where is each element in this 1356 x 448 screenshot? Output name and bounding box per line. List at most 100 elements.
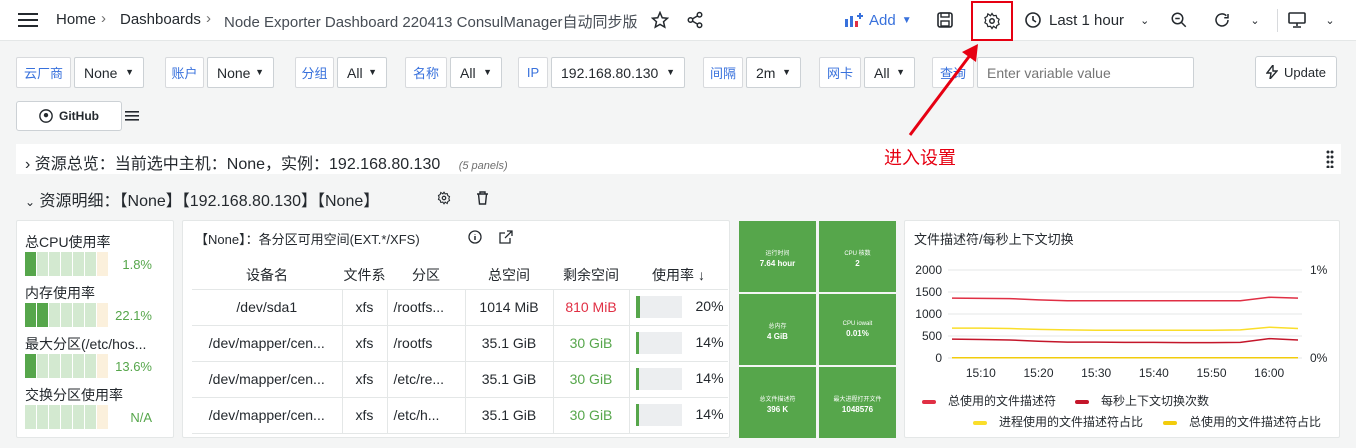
- stat-label: 最大分区(/etc/hos...: [25, 336, 147, 352]
- legend-item[interactable]: 总使用的文件描述符占比: [1163, 413, 1321, 430]
- disk-table-body: /dev/sda1 xfs/rootfs... 1014 MiB 810 MiB 20%…: [192, 289, 728, 434]
- chevron-down-icon: ▼: [368, 67, 377, 77]
- var-label-ip: IP: [518, 57, 548, 88]
- legend-item[interactable]: 每秒上下文切换次数: [1075, 392, 1209, 409]
- series-line: [951, 296, 1299, 302]
- table-cell-total: 1014 MiB: [465, 289, 554, 326]
- row-detail-header[interactable]: ⌄ 资源明细：【None】【192.168.80.130】【None】: [25, 187, 379, 211]
- var-select-account[interactable]: None ▼: [207, 57, 274, 88]
- gauge-cell: [85, 354, 96, 378]
- stat-value: N/A: [130, 410, 152, 425]
- zoom-out-icon[interactable]: [1169, 10, 1189, 30]
- external-link-icon[interactable]: [498, 229, 514, 245]
- row-overview-panel-count: (5 panels): [458, 160, 508, 172]
- stat-tile-value: 0.01%: [846, 329, 869, 338]
- add-button[interactable]: Add ▼: [845, 10, 912, 30]
- series-line: [952, 326, 1299, 332]
- breadcrumb-home[interactable]: Home: [56, 11, 96, 28]
- chevron-down-icon[interactable]: ⌄: [1322, 10, 1338, 30]
- legend-swatch: [973, 420, 987, 425]
- chevron-right-icon: ›: [101, 10, 106, 27]
- row-overview-header[interactable]: › 资源总览：当前选中主机：None，实例：192.168.80.130 (5 …: [25, 150, 508, 174]
- breadcrumb-dashboard-title: Node Exporter Dashboard 220413 ConsulMan…: [224, 14, 638, 31]
- legend-item[interactable]: 进程使用的文件描述符占比: [973, 413, 1143, 430]
- x-tick-label: 16:00: [1254, 366, 1284, 380]
- table-cell-total: 35.1 GiB: [465, 325, 554, 362]
- table-cell-free: 30 GiB: [553, 361, 630, 398]
- github-link-button[interactable]: GitHub: [16, 101, 122, 131]
- stat-tile-title: 总文件描述符: [759, 397, 796, 403]
- column-header[interactable]: 剩余空间: [553, 262, 629, 290]
- refresh-interval-chevron-icon[interactable]: ⌄: [1247, 10, 1263, 30]
- table-row[interactable]: /dev/mapper/cen... xfs/etc/re... 35.1 GiB 3…: [192, 361, 728, 398]
- usage-value: 14%: [695, 369, 724, 386]
- time-range-picker[interactable]: Last 1 hour ⌄: [1025, 10, 1149, 30]
- table-cell-fs: xfs: [342, 289, 388, 326]
- legend-item[interactable]: 总使用的文件描述符: [922, 392, 1056, 409]
- var-select-name[interactable]: All ▼: [450, 57, 502, 88]
- stat-tile[interactable]: 总文件描述符 396 K: [739, 367, 816, 438]
- column-header-sorted[interactable]: 使用率 ↓: [629, 262, 728, 290]
- sort-desc-icon: ↓: [697, 267, 705, 284]
- table-row[interactable]: /dev/sda1 xfs/rootfs... 1014 MiB 810 MiB 20%: [192, 289, 728, 326]
- refresh-icon[interactable]: [1212, 10, 1232, 30]
- menu-icon[interactable]: [18, 12, 38, 28]
- breadcrumb-dashboards[interactable]: Dashboards: [120, 11, 201, 28]
- gauge-cell: [25, 354, 36, 378]
- table-row[interactable]: /dev/mapper/cen... xfs/rootfs 35.1 GiB 30 G…: [192, 325, 728, 362]
- column-header[interactable]: 设备名: [192, 262, 342, 290]
- var-select-cloud[interactable]: None ▼: [74, 57, 144, 88]
- x-tick-label: 15:10: [966, 366, 996, 380]
- stat-value: 22.1%: [115, 308, 152, 323]
- save-icon[interactable]: [936, 11, 954, 29]
- var-select-interval[interactable]: 2m ▼: [746, 57, 801, 88]
- table-header-row: 设备名 文件系 分区 总空间 剩余空间 使用率 ↓: [192, 262, 728, 290]
- row-settings-gear-icon[interactable]: [436, 190, 452, 206]
- legend-swatch: [1163, 420, 1177, 425]
- gauge-cell: [37, 252, 48, 276]
- y-right-tick-label: 0%: [1310, 351, 1328, 365]
- stat-value: 1.8%: [122, 257, 152, 272]
- annotation-arrow: [908, 44, 978, 136]
- stat-tile[interactable]: 运行时间 7.64 hour: [739, 221, 816, 292]
- timeseries-chart[interactable]: 2000 1500 1000 500 0 1% 0% 15:10 15:20 15:30 15:40…: [904, 255, 1340, 385]
- var-select-ip[interactable]: 192.168.80.130 ▼: [551, 57, 685, 88]
- stat-tile[interactable]: 最大进程打开文件 1048576: [819, 367, 896, 438]
- gauge-cell: [25, 405, 36, 429]
- star-icon[interactable]: [650, 10, 670, 30]
- stat-tile[interactable]: 总内存 4 GiB: [739, 294, 816, 365]
- var-label-cloud: 云厂商: [16, 57, 71, 88]
- stat-tile-value: 396 K: [766, 405, 789, 414]
- var-label-group: 分组: [295, 57, 334, 88]
- update-button[interactable]: Update: [1255, 56, 1337, 88]
- table-row[interactable]: /dev/mapper/cen... xfs/etc/h... 35.1 GiB 30…: [192, 397, 728, 434]
- stat-tile-value: 1048576: [841, 405, 874, 414]
- usage-value: 14%: [695, 333, 724, 350]
- table-cell-total: 35.1 GiB: [465, 361, 554, 398]
- table-cell-device: /dev/mapper/cen...: [192, 361, 343, 398]
- drag-handle-icon[interactable]: [1325, 150, 1335, 168]
- y-tick-label: 1500: [915, 285, 942, 299]
- column-header[interactable]: 分区: [387, 262, 465, 290]
- settings-gear-icon[interactable]: [971, 1, 1013, 41]
- disk-table: 设备名 文件系 分区 总空间 剩余空间 使用率 ↓ /dev/sda1 xfs/r…: [192, 262, 728, 434]
- table-cell-usage: 14%: [629, 397, 728, 434]
- gauge-cell: [49, 252, 60, 276]
- links-menu-icon[interactable]: [124, 108, 140, 124]
- annotation-text: 进入设置: [884, 148, 956, 168]
- github-label: GitHub: [59, 109, 99, 123]
- info-icon[interactable]: [467, 229, 483, 245]
- trash-icon[interactable]: [474, 190, 490, 206]
- stat-tile[interactable]: CPU iowait 0.01%: [819, 294, 896, 365]
- chevron-down-icon: ▼: [782, 67, 791, 77]
- tv-mode-icon[interactable]: [1287, 10, 1307, 30]
- column-header[interactable]: 总空间: [465, 262, 553, 290]
- gauge-cell: [61, 354, 72, 378]
- gauge-cell: [37, 405, 48, 429]
- update-label: Update: [1284, 64, 1326, 80]
- var-select-group[interactable]: All ▼: [337, 57, 387, 88]
- var-query-input[interactable]: [977, 57, 1194, 88]
- column-header[interactable]: 文件系: [342, 262, 387, 290]
- share-icon[interactable]: [685, 10, 705, 30]
- stat-tile[interactable]: CPU 核数 2: [819, 221, 896, 292]
